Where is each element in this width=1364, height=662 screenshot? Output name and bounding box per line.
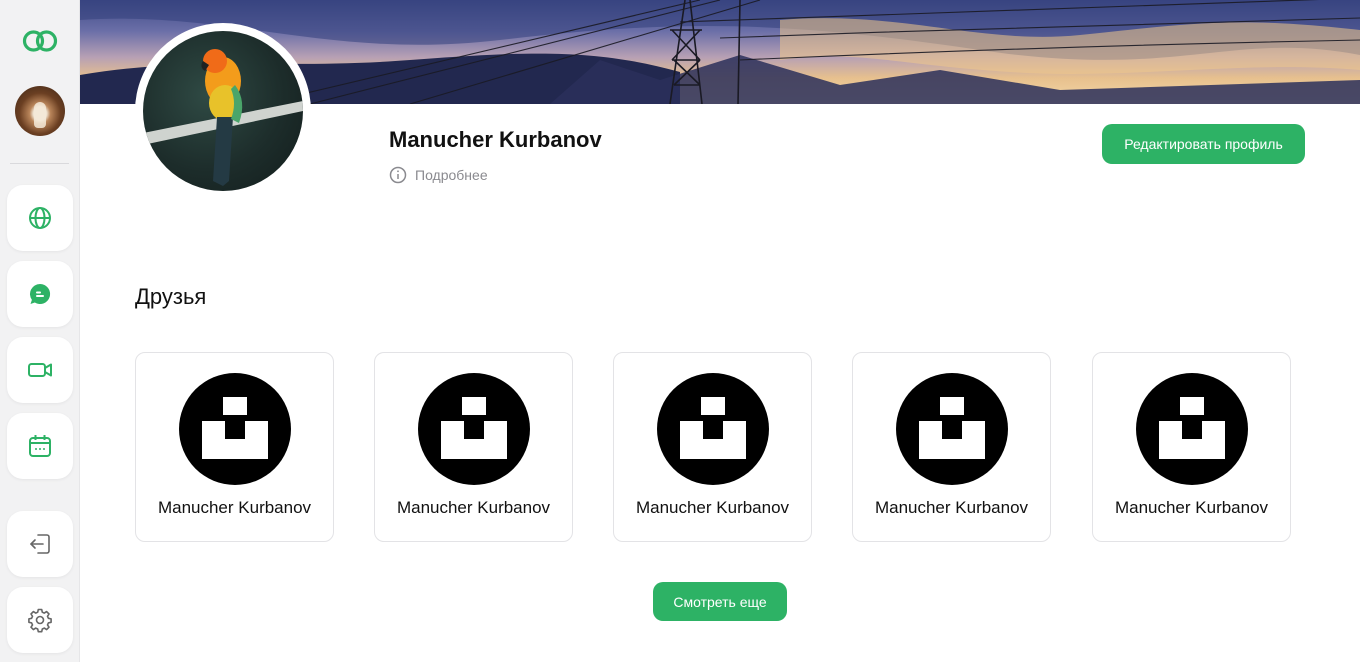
friend-card[interactable]: Manucher Kurbanov [613,352,812,542]
user-avatar[interactable] [15,86,65,136]
more-info-link[interactable]: Подробнее [389,166,488,184]
settings-button[interactable] [7,587,73,653]
friend-card[interactable]: Manucher Kurbanov [1092,352,1291,542]
friend-name: Manucher Kurbanov [635,498,790,517]
friend-name: Manucher Kurbanov [1114,498,1269,517]
app-logo-icon[interactable] [22,29,58,53]
more-info-label: Подробнее [415,167,488,183]
globe-icon [29,207,51,229]
nav-chat-button[interactable] [7,261,73,327]
friend-avatar [1136,373,1248,485]
logout-icon [30,534,50,554]
friend-card[interactable]: Manucher Kurbanov [135,352,334,542]
sidebar [0,0,80,662]
profile-photo[interactable] [135,23,311,199]
friend-card[interactable]: Manucher Kurbanov [374,352,573,542]
nav-calendar-button[interactable] [7,413,73,479]
nav-video-button[interactable] [7,337,73,403]
logout-button[interactable] [7,511,73,577]
friend-avatar [418,373,530,485]
calendar-icon [29,435,51,457]
parrot-photo [143,49,303,186]
friend-card[interactable]: Manucher Kurbanov [852,352,1051,542]
friend-name: Manucher Kurbanov [396,498,551,517]
friend-avatar [179,373,291,485]
gear-icon [28,608,52,633]
friend-avatar [657,373,769,485]
profile-name: Manucher Kurbanov [389,127,602,152]
friend-name: Manucher Kurbanov [157,498,312,517]
show-more-friends-button[interactable]: Смотреть еще [653,582,787,621]
sidebar-divider [10,163,69,164]
chat-bubble-icon [29,283,51,304]
nav-globe-button[interactable] [7,185,73,251]
friend-name: Manucher Kurbanov [874,498,1029,517]
edit-profile-button[interactable]: Редактировать профиль [1102,124,1305,164]
video-camera-icon [28,363,52,377]
friend-avatar [896,373,1008,485]
info-icon [389,166,407,184]
friends-section-title: Друзья [135,284,207,309]
